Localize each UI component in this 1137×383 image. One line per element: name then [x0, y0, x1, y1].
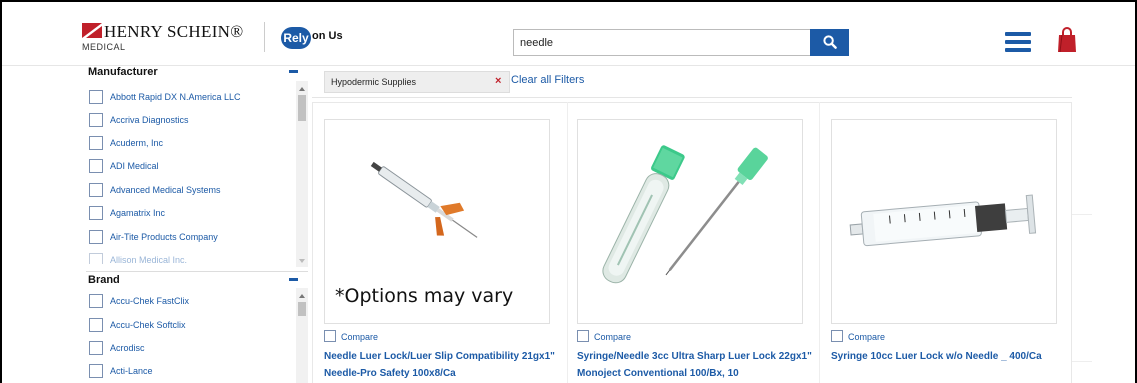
- checkbox[interactable]: [89, 136, 103, 150]
- brand-facet-title: Brand: [88, 274, 120, 286]
- remove-filter-icon[interactable]: ×: [495, 75, 501, 87]
- compare-label: Compare: [594, 332, 632, 342]
- brand-scrollbar[interactable]: [296, 288, 308, 383]
- options-may-vary-caption: *Options may vary: [335, 285, 514, 307]
- brand-name: HENRY SCHEIN®: [104, 22, 244, 41]
- product-title-link[interactable]: Needle Luer Lock/Luer Slip Compatibility…: [324, 348, 564, 382]
- facet-item[interactable]: Acti-Lance: [89, 364, 289, 380]
- compare-label: Compare: [341, 332, 379, 342]
- facet-item[interactable]: ADI Medical: [89, 159, 289, 175]
- card-divider: [567, 102, 568, 383]
- logo-divider: [264, 22, 265, 52]
- row-divider: [1072, 361, 1092, 362]
- facet-item-label: ADI Medical: [110, 161, 159, 171]
- compare-checkbox[interactable]: [324, 330, 336, 342]
- clear-all-filters-link[interactable]: Clear all Filters: [511, 74, 584, 86]
- checkbox[interactable]: [89, 230, 103, 244]
- facet-item[interactable]: Accu-Chek Softclix: [89, 318, 289, 334]
- facet-item-label: Advanced Medical Systems: [110, 185, 221, 195]
- facet-item-label: Air-Tite Products Company: [110, 232, 218, 242]
- facet-item-label: Abbott Rapid DX N.America LLC: [110, 92, 241, 102]
- active-filter-bar: Hypodermic Supplies × Clear all Filters: [312, 66, 1072, 98]
- results-area: Hypodermic Supplies × Clear all Filters: [312, 66, 1135, 383]
- facet-item-label: Accriva Diagnostics: [110, 115, 189, 125]
- scroll-up-arrow-icon[interactable]: [299, 294, 305, 298]
- filter-chip-label: Hypodermic Supplies: [331, 77, 417, 87]
- facet-divider: [86, 271, 308, 272]
- syringe-10cc-product-image: [849, 194, 1037, 247]
- scroll-up-arrow-icon[interactable]: [299, 87, 305, 91]
- compare-label: Compare: [848, 332, 886, 342]
- checkbox[interactable]: [89, 113, 103, 127]
- facet-item[interactable]: Acuderm, Inc: [89, 136, 289, 152]
- syringe-needle-product-image: [602, 145, 768, 284]
- scrollbar-thumb[interactable]: [298, 302, 306, 316]
- facet-item[interactable]: Advanced Medical Systems: [89, 183, 289, 199]
- product-title-link[interactable]: Syringe/Needle 3cc Ultra Sharp Luer Lock…: [577, 348, 817, 382]
- facet-item-label: Agamatrix Inc: [110, 208, 166, 218]
- facet-item[interactable]: Abbott Rapid DX N.America LLC: [89, 90, 289, 106]
- compare-checkbox[interactable]: [831, 330, 843, 342]
- facet-item[interactable]: Accriva Diagnostics: [89, 113, 289, 129]
- brand-list: Accu-Chek FastClix Accu-Chek Softclix Ac…: [86, 288, 296, 383]
- facet-item[interactable]: Agamatrix Inc: [89, 206, 289, 222]
- compare-checkbox[interactable]: [577, 330, 589, 342]
- browser-frame: HENRY SCHEIN® MEDICAL Rely on Us Manufa: [0, 0, 1137, 383]
- filter-chip: Hypodermic Supplies ×: [324, 71, 510, 93]
- hamburger-menu-icon: [1005, 32, 1031, 36]
- hamburger-menu-button[interactable]: [1005, 32, 1031, 52]
- product-image[interactable]: [577, 119, 803, 324]
- facet-item-label: Accu-Chek Softclix: [110, 320, 186, 330]
- brand-sub: MEDICAL: [82, 42, 126, 52]
- manufacturer-facet-title: Manufacturer: [88, 66, 158, 78]
- checkbox[interactable]: [89, 318, 103, 332]
- shopping-bag-icon[interactable]: [1057, 27, 1077, 53]
- filter-sidebar: Manufacturer Abbott Rapid DX N.America L…: [2, 66, 312, 383]
- checkbox[interactable]: [89, 206, 103, 220]
- facet-item-label: Acti-Lance: [110, 366, 153, 376]
- checkbox[interactable]: [89, 183, 103, 197]
- facet-item[interactable]: Allison Medical Inc.: [89, 253, 289, 264]
- search-button[interactable]: [810, 29, 849, 56]
- henry-schein-logo[interactable]: HENRY SCHEIN® MEDICAL: [82, 22, 262, 59]
- row-divider: [1072, 214, 1092, 215]
- hamburger-bar: [1005, 48, 1031, 52]
- hamburger-bar: [1005, 40, 1031, 44]
- facet-item[interactable]: Air-Tite Products Company: [89, 230, 289, 246]
- checkbox[interactable]: [89, 90, 103, 104]
- manufacturer-list: Abbott Rapid DX N.America LLC Accriva Di…: [86, 81, 296, 264]
- product-title-link[interactable]: Syringe 10cc Luer Lock w/o Needle _ 400/…: [831, 348, 1071, 365]
- checkbox[interactable]: [89, 364, 103, 378]
- manufacturer-scrollbar[interactable]: [296, 81, 308, 267]
- rely-badge: Rely: [281, 27, 311, 49]
- product-image[interactable]: [831, 119, 1057, 324]
- facet-item-label: Acuderm, Inc: [110, 138, 164, 148]
- facet-item-label: Accu-Chek FastClix: [110, 296, 190, 306]
- scrollbar-thumb[interactable]: [298, 95, 306, 121]
- search-icon: [823, 35, 837, 49]
- facet-item[interactable]: Accu-Chek FastClix: [89, 294, 289, 310]
- checkbox[interactable]: [89, 294, 103, 308]
- checkbox[interactable]: [89, 253, 103, 264]
- scroll-down-arrow-icon[interactable]: [299, 259, 305, 263]
- product-image[interactable]: *Options may vary: [324, 119, 550, 324]
- henry-schein-flag-icon: [82, 23, 102, 38]
- card-divider: [819, 102, 820, 383]
- brand-collapse-icon[interactable]: [289, 278, 298, 281]
- facet-item-label: Acrodisc: [110, 343, 145, 353]
- rely-text: on Us: [312, 30, 343, 42]
- checkbox[interactable]: [89, 159, 103, 173]
- checkbox[interactable]: [89, 341, 103, 355]
- manufacturer-collapse-icon[interactable]: [289, 70, 298, 73]
- search-input[interactable]: [513, 29, 811, 56]
- facet-item-label: Allison Medical Inc.: [110, 255, 188, 264]
- facet-item[interactable]: Acrodisc: [89, 341, 289, 357]
- site-header: HENRY SCHEIN® MEDICAL Rely on Us: [2, 2, 1135, 66]
